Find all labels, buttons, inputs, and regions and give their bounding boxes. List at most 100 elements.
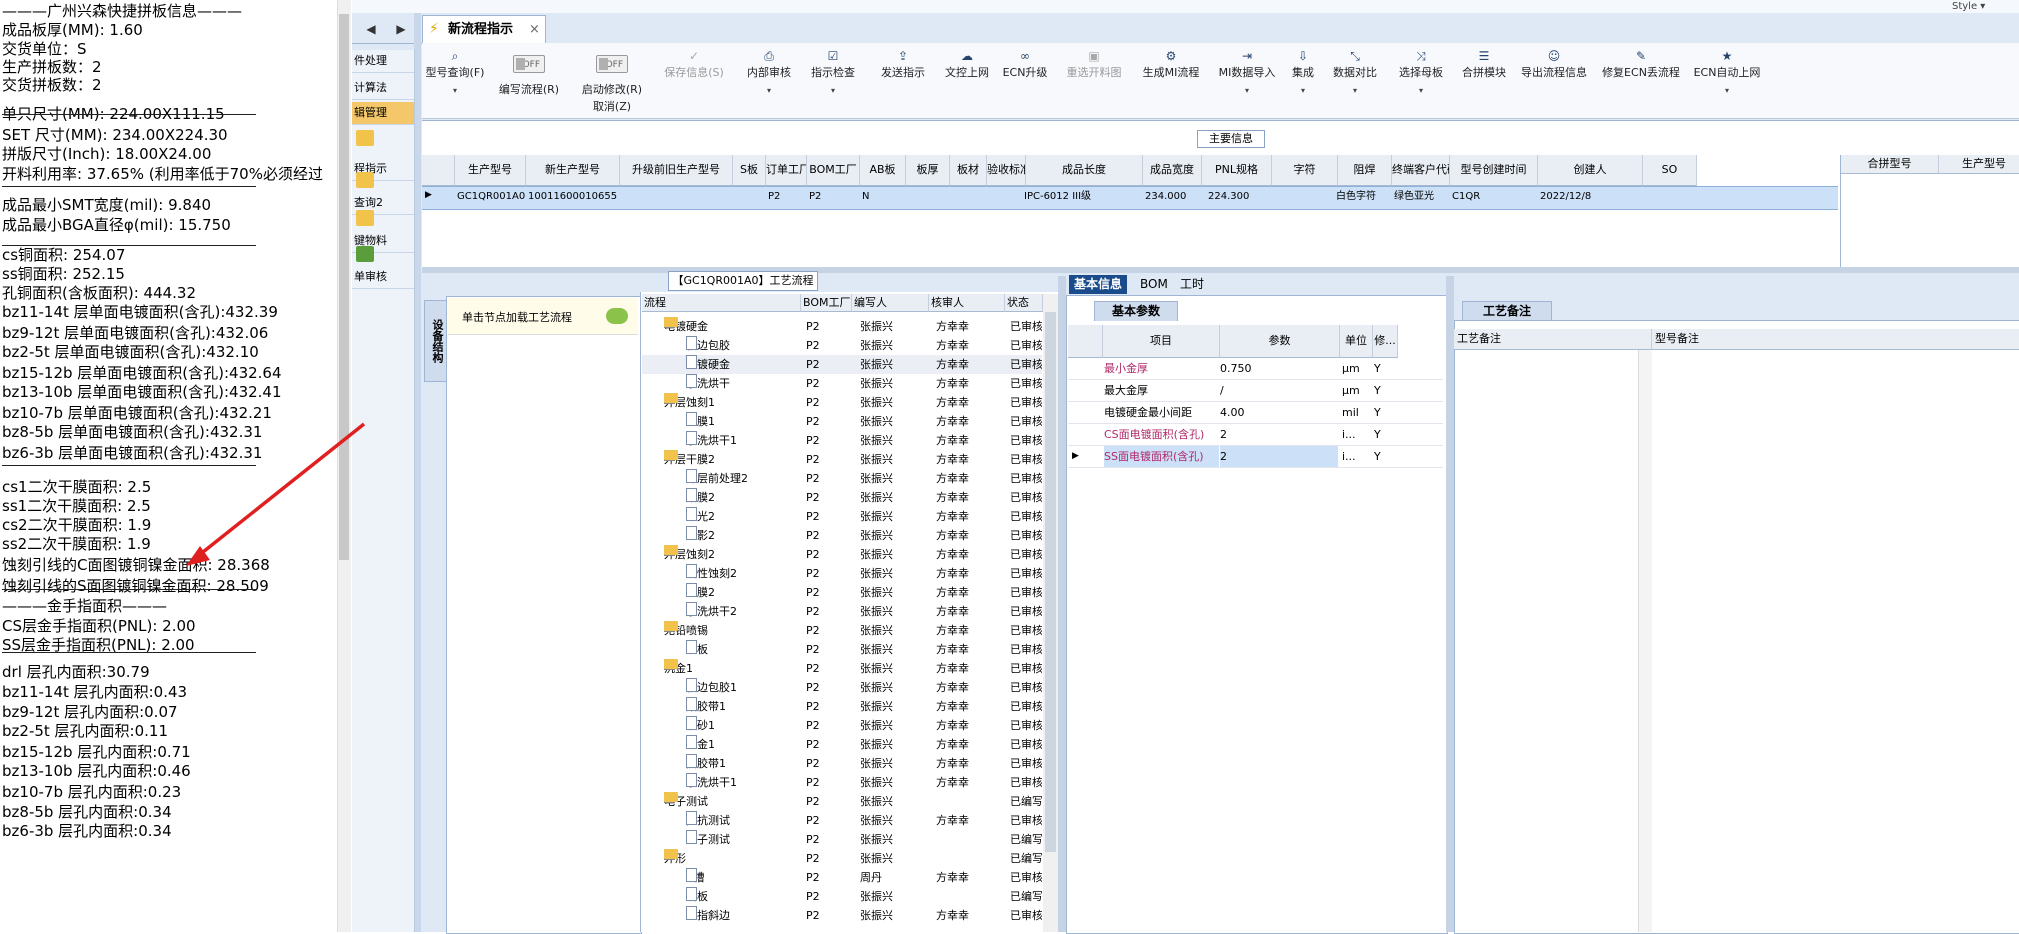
flow-row[interactable]: −无铅喷锡 P2 张振兴 方幸幸 已审核 — [642, 621, 1042, 640]
toolbar-button-10[interactable]: ⚙ 生成MI流程 — [1134, 45, 1208, 115]
table-cell[interactable]: C1QR — [1450, 187, 1550, 206]
toolbar-button-17[interactable]: ✎ 修复ECN丢流程 — [1598, 45, 1684, 115]
column-header[interactable]: SO — [1643, 155, 1697, 186]
nav-item[interactable]: 辑管理 — [352, 102, 414, 125]
flow-column-header[interactable]: 编写人 — [852, 294, 929, 312]
flow-row[interactable]: −电子测试 P2 张振兴 已编写 — [642, 792, 1042, 811]
merge-column-header[interactable]: 合拼型号 — [1841, 155, 1939, 174]
flow-row[interactable]: 撕胶带1 P2 张振兴 方幸幸 已审核 — [642, 754, 1042, 773]
tab-basic-0[interactable]: 基本信息 — [1069, 275, 1128, 294]
toolbar-button-14[interactable]: ⤨ 选择母板 ▾ — [1390, 45, 1452, 115]
param-row[interactable]: ▶ SS面电镀面积(含孔) 2 i... Y — [1068, 446, 1443, 468]
column-header[interactable]: S板 — [733, 155, 766, 186]
flow-row[interactable]: 沉金1 P2 张振兴 方幸幸 已审核 — [642, 735, 1042, 754]
tab-new-process[interactable]: ⚡ 新流程指示 × — [422, 15, 546, 43]
chevron-down-icon[interactable]: ▾ — [740, 86, 798, 95]
notes-column-header[interactable]: 型号备注 — [1652, 329, 2019, 350]
column-header[interactable]: 阻焊 — [1338, 155, 1392, 186]
notes-scrollbar[interactable] — [1638, 350, 1652, 932]
toolbar-button-11[interactable]: ⇥ MI数据导入 ▾ — [1214, 45, 1280, 115]
toolbar-button-15[interactable]: ☰ 合拼模块 — [1456, 45, 1512, 115]
flow-column-header[interactable]: 流程 — [642, 294, 801, 312]
flow-row[interactable]: −外层蚀刻2 P2 张振兴 方幸幸 已审核 — [642, 545, 1042, 564]
column-header[interactable]: 成品宽度 — [1143, 155, 1202, 186]
chevron-down-icon[interactable]: ▾ — [1214, 86, 1280, 95]
param-value[interactable]: 2 — [1220, 446, 1338, 467]
column-header[interactable]: PNL规格 — [1202, 155, 1272, 186]
chevron-down-icon[interactable]: ▾ — [1326, 86, 1384, 95]
flow-row[interactable]: 喷砂1 P2 张振兴 方幸幸 已审核 — [642, 716, 1042, 735]
column-header[interactable]: 新生产型号 — [526, 155, 620, 186]
side-tab-equipment[interactable]: 设备结构 — [424, 300, 448, 382]
nav-item[interactable]: 单审核 — [352, 266, 414, 289]
toolbar-button-6[interactable]: ⇪ 发送指示 — [873, 45, 933, 115]
table-cell[interactable]: 10011600010655 — [526, 187, 626, 206]
param-column-header[interactable]: 参数 — [1220, 325, 1340, 358]
chevron-down-icon[interactable]: ▾ — [1690, 86, 1764, 95]
toolbar-button-16[interactable]: ☺ 导出流程信息 — [1516, 45, 1592, 115]
toolbar-button-8[interactable]: ∞ ECN升级 — [1000, 45, 1050, 115]
flow-row[interactable]: −沉金1 P2 张振兴 方幸幸 已审核 — [642, 659, 1042, 678]
toolbar-button-4[interactable]: ⎙ 内部审核 ▾ — [740, 45, 798, 115]
toolbar-button-7[interactable]: ☁ 文控上网 — [940, 45, 994, 115]
param-value[interactable]: 2 — [1220, 424, 1338, 445]
flow-row[interactable]: 贴胶带1 P2 张振兴 方幸幸 已审核 — [642, 697, 1042, 716]
column-header[interactable]: 板厚 — [906, 155, 950, 186]
flow-row[interactable]: 阻抗测试 P2 张振兴 方幸幸 已审核 — [642, 811, 1042, 830]
nav-splitter[interactable] — [414, 13, 421, 932]
column-header[interactable]: AB板 — [860, 155, 906, 186]
flow-row[interactable]: 碱性蚀刻2 P2 张振兴 方幸幸 已审核 — [642, 564, 1042, 583]
flow-row[interactable]: 退膜1 P2 张振兴 方幸幸 已审核 — [642, 412, 1042, 431]
param-column-header[interactable]: 项目 — [1103, 325, 1220, 358]
table-cell[interactable]: IPC-6012 III级 — [1022, 187, 1122, 206]
param-row[interactable]: 最大金厚 / μm Y — [1068, 380, 1443, 402]
nav-forward-button[interactable]: ▶ — [390, 20, 412, 38]
column-header[interactable]: 终端客户代码 — [1392, 155, 1450, 186]
notes-column-header[interactable]: 工艺备注 — [1454, 329, 1652, 350]
table-cell[interactable]: 224.300 — [1206, 187, 1306, 206]
flow-column-header[interactable]: BOM工厂 — [801, 294, 852, 312]
flow-row[interactable]: 水洗烘干 P2 张振兴 方幸幸 已审核 — [642, 374, 1042, 393]
param-row[interactable]: 电镀硬金最小间距 4.00 mil Y — [1068, 402, 1443, 424]
flow-row[interactable]: 曝光2 P2 张振兴 方幸幸 已审核 — [642, 507, 1042, 526]
merge-column-header[interactable]: 生产型号 — [1939, 155, 2019, 174]
param-row[interactable]: 最小金厚 0.750 μm Y — [1068, 358, 1443, 380]
flow-scroll-thumb[interactable] — [1045, 312, 1056, 852]
vertical-splitter[interactable] — [1058, 276, 1066, 932]
flow-row[interactable]: 贴膜2 P2 张振兴 方幸幸 已审核 — [642, 488, 1042, 507]
flow-row[interactable]: 水洗烘干2 P2 张振兴 方幸幸 已审核 — [642, 602, 1042, 621]
toolbar-button-12[interactable]: ⇩ 集成 ▾ — [1286, 45, 1320, 115]
style-menu[interactable]: Style ▾ — [1952, 1, 1985, 12]
column-header[interactable]: 型号创建时间 — [1450, 155, 1538, 186]
flow-row[interactable]: 水洗烘干1 P2 张振兴 方幸幸 已审核 — [642, 431, 1042, 450]
column-header[interactable]: 升级前旧生产型号 — [620, 155, 733, 186]
flow-row[interactable]: 板边包胶1 P2 张振兴 方幸幸 已审核 — [642, 678, 1042, 697]
flow-row[interactable]: 电镀硬金 P2 张振兴 方幸幸 已审核 — [642, 355, 1042, 374]
flow-row[interactable]: 电子测试 P2 张振兴 已编写 — [642, 830, 1042, 849]
flow-row[interactable]: −外层干膜2 P2 张振兴 方幸幸 已审核 — [642, 450, 1042, 469]
nav-back-button[interactable]: ◀ — [360, 20, 382, 38]
flow-row[interactable]: 退膜2 P2 张振兴 方幸幸 已审核 — [642, 583, 1042, 602]
column-header[interactable]: 创建人 — [1538, 155, 1643, 186]
column-header[interactable]: 订单工厂 — [766, 155, 807, 186]
close-icon[interactable]: × — [529, 16, 540, 43]
column-header[interactable]: 生产型号 — [455, 155, 526, 186]
param-value[interactable]: / — [1220, 380, 1338, 401]
flow-row[interactable]: −外形 P2 张振兴 已编写 — [642, 849, 1042, 868]
param-column-header[interactable]: 修... — [1373, 325, 1398, 358]
table-cell[interactable]: N — [860, 187, 960, 206]
toolbar-button-5[interactable]: ☑ 指示检查 ▾ — [802, 45, 864, 115]
column-header[interactable]: 验收标准 — [987, 155, 1026, 186]
notepad-text-area[interactable]: ———广州兴森快捷拼板信息——— 成品板厚(MM): 1.60 交货单位：S 生产拼板… — [0, 0, 337, 932]
flow-column-header[interactable]: 状态 — [1005, 294, 1043, 312]
flow-column-header[interactable]: 核审人 — [929, 294, 1005, 312]
tab-basic-1[interactable]: BOM — [1135, 275, 1173, 294]
flow-row[interactable]: −外层蚀刻1 P2 张振兴 方幸幸 已审核 — [642, 393, 1042, 412]
table-cell[interactable]: 2022/12/8 — [1538, 187, 1638, 206]
column-header[interactable]: 字符 — [1272, 155, 1338, 186]
toggle-switch[interactable]: OFF — [513, 55, 545, 73]
chevron-down-icon[interactable]: ▾ — [802, 86, 864, 95]
flow-row[interactable]: 铣板 P2 张振兴 已编写 — [642, 887, 1042, 906]
flow-row[interactable]: 烘板 P2 张振兴 方幸幸 已审核 — [642, 640, 1042, 659]
chevron-down-icon[interactable]: ▾ — [1286, 86, 1320, 95]
